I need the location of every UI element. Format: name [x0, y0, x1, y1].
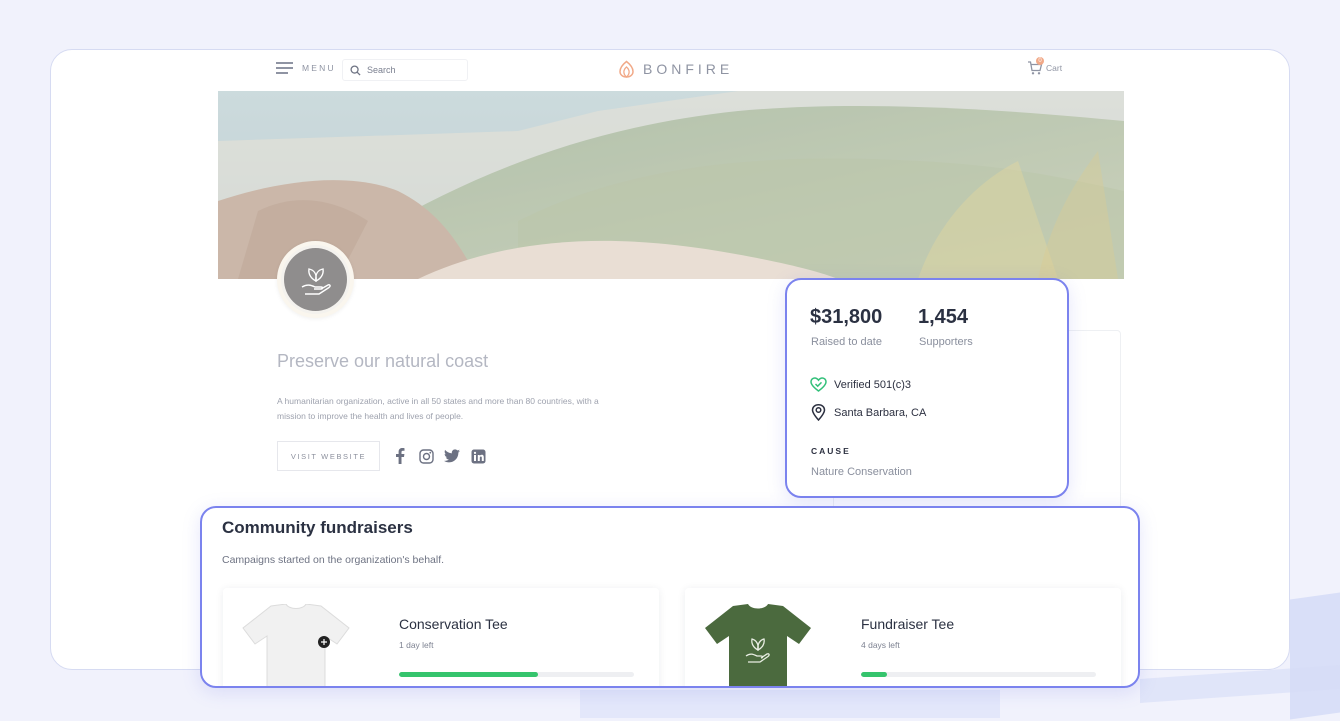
organization-name: Preserve our natural coast: [277, 351, 489, 371]
facebook-icon[interactable]: [392, 448, 408, 464]
raised-amount: $31,800: [810, 306, 883, 328]
fundraiser-card[interactable]: Conservation Tee 1 day left: [223, 588, 659, 686]
community-fundraisers-panel: Community fundraisers Campaigns started …: [200, 506, 1140, 688]
search-icon: [350, 64, 361, 76]
search-box[interactable]: [342, 59, 468, 81]
visit-website-button[interactable]: VISIT WEBSITE: [277, 441, 380, 471]
product-image: [703, 604, 813, 686]
supporters-label: Supporters: [919, 336, 973, 348]
cart-label: Cart: [1046, 63, 1063, 73]
location-pin-icon: [811, 404, 826, 421]
progress-fill: [399, 672, 538, 677]
cover-image: [218, 91, 1124, 279]
linkedin-icon[interactable]: [470, 448, 486, 464]
top-nav: MENU BONFIRE 0: [218, 50, 1124, 91]
progress-fill: [861, 672, 887, 677]
organization-description: A humanitarian organization, active in a…: [277, 396, 599, 421]
fundraiser-card[interactable]: Fundraiser Tee 4 days left: [685, 588, 1121, 686]
location-row: Santa Barbara, CA: [810, 404, 926, 421]
twitter-icon[interactable]: [444, 448, 460, 464]
decorative-brush: [580, 690, 1000, 718]
supporters-count: 1,454: [918, 306, 969, 328]
logo-text: BONFIRE: [643, 61, 734, 77]
instagram-icon[interactable]: [418, 448, 434, 464]
menu-label: MENU: [302, 62, 336, 73]
search-input[interactable]: [367, 65, 462, 75]
progress-bar: [861, 672, 1096, 677]
fundraiser-name: Conservation Tee: [399, 616, 508, 632]
progress-bar: [399, 672, 634, 677]
stats-card: $31,800 Raised to date 1,454 Supporters …: [785, 278, 1069, 498]
verified-heart-icon: [810, 377, 827, 392]
menu-button[interactable]: MENU: [276, 62, 336, 74]
fundraiser-time-left: 1 day left: [399, 640, 434, 650]
location-label: Santa Barbara, CA: [834, 406, 927, 419]
cart-button[interactable]: 0 Cart: [1027, 57, 1063, 76]
cause-value: Nature Conservation: [811, 466, 912, 478]
cart-count-badge: 0: [1036, 57, 1044, 65]
section-subtitle: Campaigns started on the organization's …: [222, 554, 445, 566]
verified-label: Verified 501(c)3: [834, 378, 912, 391]
cause-heading: CAUSE: [811, 446, 851, 456]
social-links: [392, 448, 486, 464]
bonfire-logo[interactable]: BONFIRE: [618, 60, 733, 78]
fundraiser-name: Fundraiser Tee: [861, 616, 955, 632]
decorative-brush: [1290, 592, 1340, 720]
flame-logo-icon: [619, 60, 634, 78]
product-image: [241, 603, 351, 686]
organization-avatar: [277, 241, 354, 318]
section-title: Community fundraisers: [222, 518, 413, 537]
verified-row: Verified 501(c)3: [810, 377, 911, 392]
fundraiser-time-left: 4 days left: [861, 640, 900, 650]
raised-label: Raised to date: [811, 336, 882, 348]
hand-leaf-icon: [301, 267, 331, 295]
hamburger-icon: [276, 62, 293, 74]
